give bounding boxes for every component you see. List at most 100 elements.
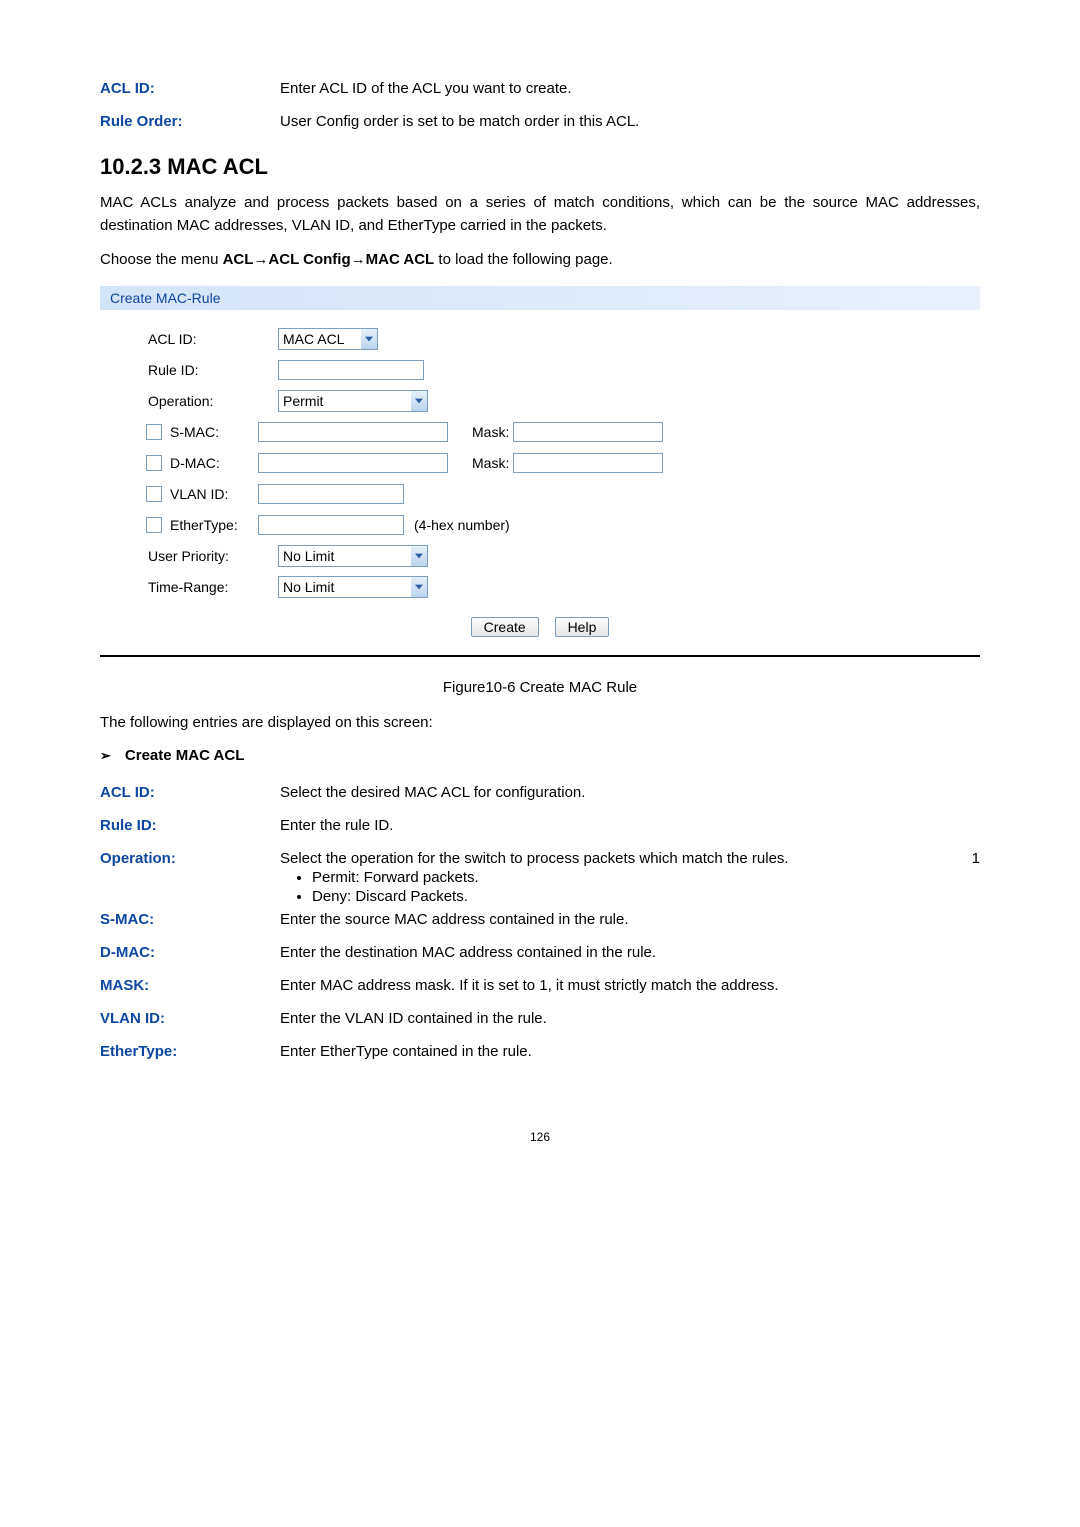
def-label-ethertype: EtherType: [100, 1043, 280, 1060]
chevron-down-icon [361, 329, 377, 349]
label-smac-mask: Mask: [472, 424, 509, 440]
checkbox-vlan-id[interactable] [146, 486, 162, 502]
def-label-operation: Operation: [100, 850, 280, 907]
def-label-smac: S-MAC: [100, 911, 280, 928]
chevron-down-icon [411, 391, 427, 411]
menu-part1: ACL [223, 251, 254, 268]
row-ethertype: EtherType: (4-hex number) [128, 513, 952, 537]
menu-arrow1: → [253, 251, 268, 268]
section-heading: 10.2.3 MAC ACL [100, 154, 980, 180]
def-label-dmac: D-MAC: [100, 944, 280, 961]
row-dmac: D-MAC: Mask: [128, 451, 952, 475]
menu-prefix: Choose the menu [100, 251, 223, 268]
label-acl-id: ACL ID: [128, 331, 278, 347]
figure-header: Create MAC-Rule [100, 286, 980, 310]
operation-list: Permit: Forward packets. Deny: Discard P… [280, 869, 980, 905]
def-label-mask: MASK: [100, 977, 280, 994]
input-smac[interactable] [258, 422, 448, 442]
menu-part3: MAC ACL [366, 251, 435, 268]
def-desc-acl-id: Select the desired MAC ACL for configura… [280, 784, 980, 801]
def-acl-id: ACL ID: Select the desired MAC ACL for c… [100, 784, 980, 801]
figure-container: Create MAC-Rule ACL ID: MAC ACL Rule ID:… [100, 286, 980, 657]
select-acl-id-value: MAC ACL [283, 331, 344, 347]
def-dmac: D-MAC: Enter the destination MAC address… [100, 944, 980, 961]
label-time-range: Time-Range: [128, 579, 278, 595]
figure-caption: Figure10-6 Create MAC Rule [100, 679, 980, 696]
input-smac-mask[interactable] [513, 422, 663, 442]
text-smac: S-MAC: [170, 424, 219, 440]
row-vlan-id: VLAN ID: [128, 482, 952, 506]
select-operation-value: Permit [283, 393, 323, 409]
label-user-priority: User Priority: [128, 548, 278, 564]
chevron-down-icon [411, 577, 427, 597]
label-vlan-id: VLAN ID: [128, 486, 258, 502]
def-label-rule-id: Rule ID: [100, 817, 280, 834]
field-desc-acl-id: Enter ACL ID of the ACL you want to crea… [280, 80, 980, 97]
def-desc-operation-text: Select the operation for the switch to p… [280, 850, 789, 867]
label-rule-id: Rule ID: [128, 362, 278, 378]
field-desc-rule-order: User Config order is set to be match ord… [280, 113, 980, 130]
select-time-range[interactable]: No Limit [278, 576, 428, 598]
field-acl-id-top: ACL ID: Enter ACL ID of the ACL you want… [100, 80, 980, 97]
label-ethertype: EtherType: [128, 517, 258, 533]
checkbox-ethertype[interactable] [146, 517, 162, 533]
menu-suffix: to load the following page. [434, 251, 612, 268]
section-paragraph: MAC ACLs analyze and process packets bas… [100, 192, 980, 237]
def-smac: S-MAC: Enter the source MAC address cont… [100, 911, 980, 928]
menu-path: Choose the menu ACL→ACL Config→MAC ACL t… [100, 251, 980, 268]
def-label-acl-id: ACL ID: [100, 784, 280, 801]
input-dmac-mask[interactable] [513, 453, 663, 473]
input-dmac[interactable] [258, 453, 448, 473]
def-desc-rule-id: Enter the rule ID. [280, 817, 980, 834]
field-label-acl-id: ACL ID: [100, 80, 280, 97]
row-smac: S-MAC: Mask: [128, 420, 952, 444]
def-label-vlan-id: VLAN ID: [100, 1010, 280, 1027]
page-number: 126 [100, 1130, 980, 1144]
text-vlan-id: VLAN ID: [170, 486, 228, 502]
section-title: MAC ACL [167, 154, 268, 179]
text-ethertype: EtherType: [170, 517, 238, 533]
def-desc-mask: Enter MAC address mask. If it is set to … [280, 977, 980, 994]
subheading-text: Create MAC ACL [125, 747, 244, 764]
label-operation: Operation: [128, 393, 278, 409]
def-operation-right-num: 1 [960, 850, 980, 867]
select-user-priority[interactable]: No Limit [278, 545, 428, 567]
label-smac: S-MAC: [128, 424, 258, 440]
input-ethertype[interactable] [258, 515, 404, 535]
select-operation[interactable]: Permit [278, 390, 428, 412]
def-rule-id: Rule ID: Enter the rule ID. [100, 817, 980, 834]
field-rule-order-top: Rule Order: User Config order is set to … [100, 113, 980, 130]
def-desc-smac: Enter the source MAC address contained i… [280, 911, 980, 928]
create-button[interactable]: Create [471, 617, 539, 637]
section-number: 10.2.3 [100, 154, 161, 179]
menu-part2: ACL Config [268, 251, 350, 268]
field-label-rule-order: Rule Order: [100, 113, 280, 130]
checkbox-dmac[interactable] [146, 455, 162, 471]
subheading-create-mac-acl: ➢ Create MAC ACL [100, 747, 980, 764]
def-desc-ethertype: Enter EtherType contained in the rule. [280, 1043, 980, 1060]
checkbox-smac[interactable] [146, 424, 162, 440]
row-operation: Operation: Permit [128, 389, 952, 413]
hint-ethertype: (4-hex number) [414, 517, 510, 533]
select-acl-id[interactable]: MAC ACL [278, 328, 378, 350]
def-mask: MASK: Enter MAC address mask. If it is s… [100, 977, 980, 994]
button-row: Create Help [128, 617, 952, 637]
text-dmac: D-MAC: [170, 455, 220, 471]
operation-deny: Deny: Discard Packets. [312, 888, 980, 905]
help-button[interactable]: Help [555, 617, 610, 637]
def-operation: Operation: Select the operation for the … [100, 850, 980, 907]
def-vlan-id: VLAN ID: Enter the VLAN ID contained in … [100, 1010, 980, 1027]
select-time-range-value: No Limit [283, 579, 334, 595]
label-dmac-mask: Mask: [472, 455, 509, 471]
input-vlan-id[interactable] [258, 484, 404, 504]
row-rule-id: Rule ID: [128, 358, 952, 382]
def-desc-dmac: Enter the destination MAC address contai… [280, 944, 980, 961]
row-acl-id: ACL ID: MAC ACL [128, 327, 952, 351]
select-user-priority-value: No Limit [283, 548, 334, 564]
entries-intro: The following entries are displayed on t… [100, 714, 980, 731]
chevron-right-icon: ➢ [100, 748, 111, 764]
row-time-range: Time-Range: No Limit [128, 575, 952, 599]
def-desc-vlan-id: Enter the VLAN ID contained in the rule. [280, 1010, 980, 1027]
input-rule-id[interactable] [278, 360, 424, 380]
def-desc-operation: Select the operation for the switch to p… [280, 850, 980, 907]
